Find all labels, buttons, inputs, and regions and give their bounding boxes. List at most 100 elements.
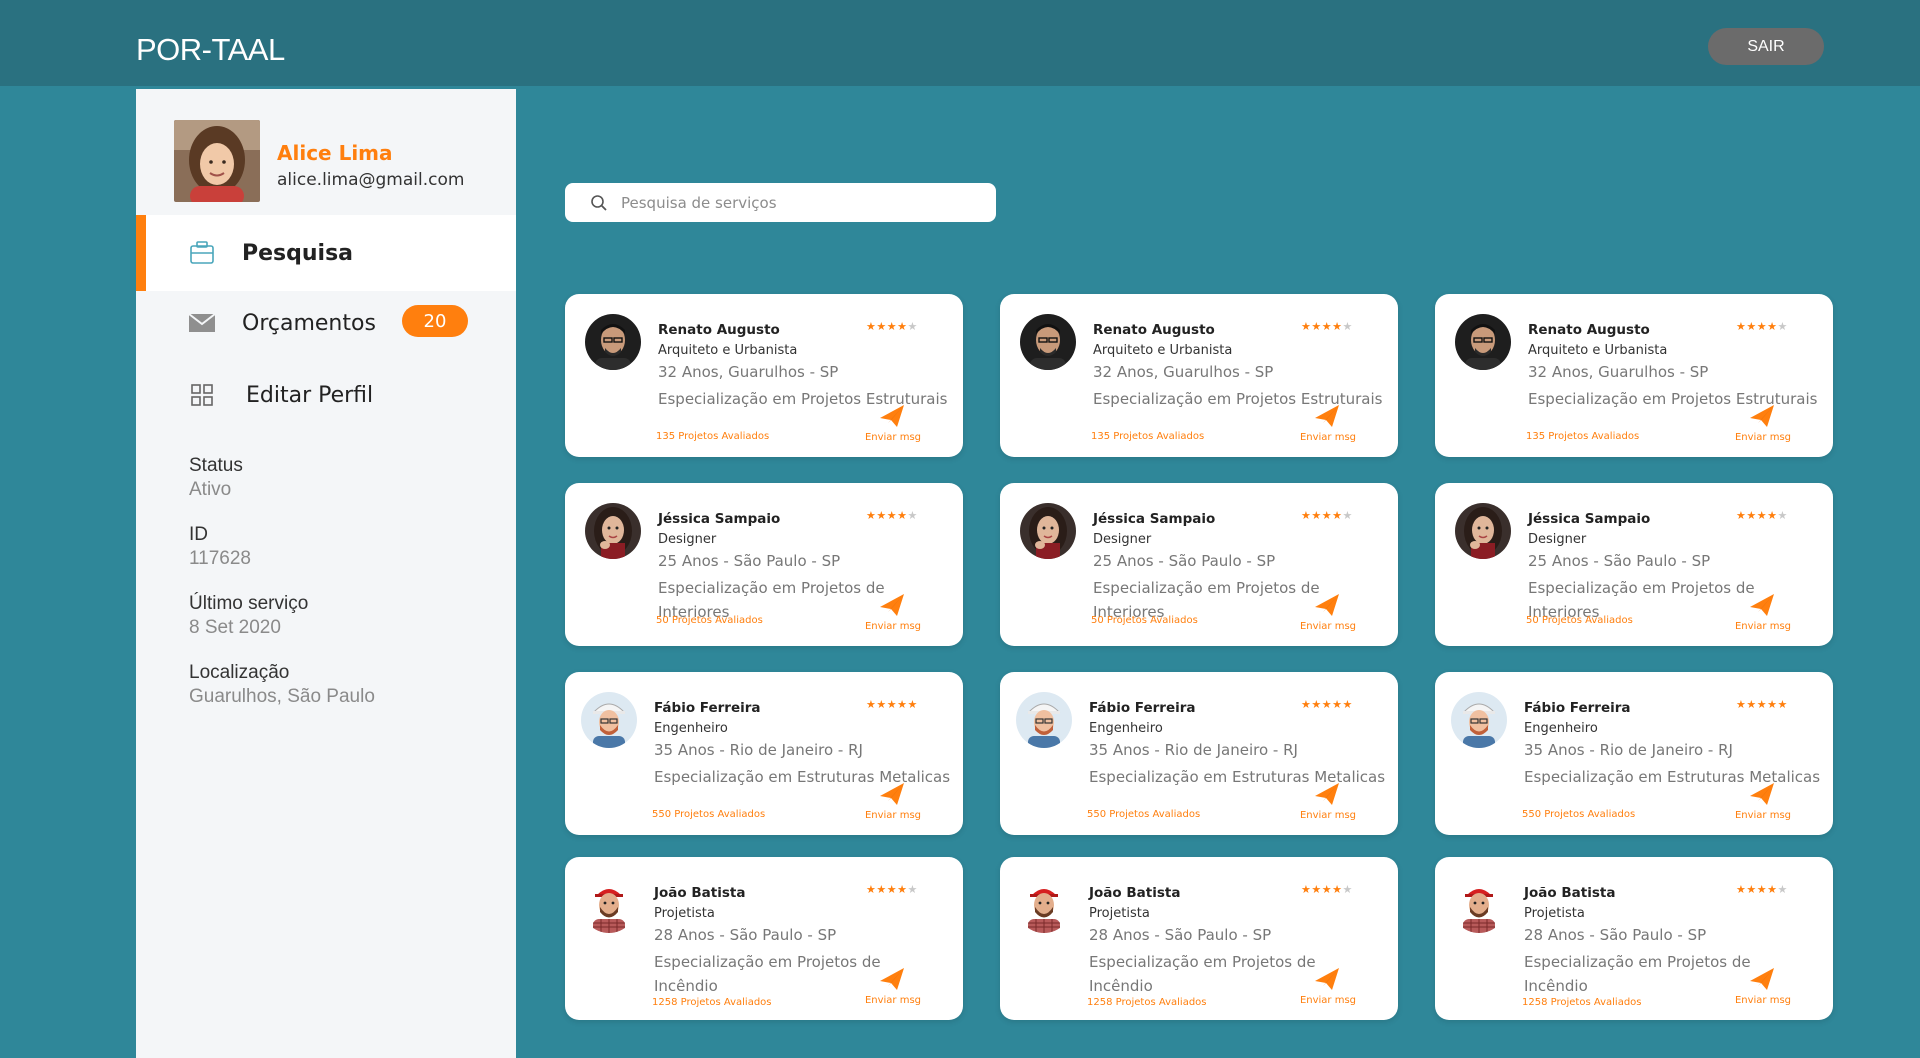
send-message-button[interactable]: Enviar msg — [1298, 593, 1358, 637]
send-message-button[interactable]: Enviar msg — [863, 782, 923, 826]
send-message-button[interactable]: Enviar msg — [1733, 967, 1793, 1011]
professional-avatar — [1455, 503, 1511, 559]
professional-card[interactable]: Fábio Ferreira ★★★★★ Engenheiro 35 Anos - R… — [1000, 672, 1398, 835]
info-label: Último serviço — [189, 593, 309, 614]
paper-plane-icon — [879, 593, 905, 617]
paper-plane-icon — [879, 782, 905, 806]
info-value: Guarulhos, São Paulo — [189, 686, 375, 707]
info-label: Status — [189, 455, 243, 476]
professional-specialization: Especialização em Projetos de Incêndio — [1089, 953, 1316, 995]
professional-card[interactable]: Fábio Ferreira ★★★★★ Engenheiro 35 Anos - R… — [565, 672, 963, 835]
projects-count: 135 Projetos Avaliados — [1091, 431, 1205, 442]
projects-count: 50 Projetos Avaliados — [1091, 615, 1198, 626]
send-message-button[interactable]: Enviar msg — [1298, 404, 1358, 448]
send-message-button[interactable]: Enviar msg — [863, 967, 923, 1011]
professional-avatar — [585, 503, 641, 559]
professional-card[interactable]: João Batista ★★★★★ Projetista 28 Anos - São… — [565, 857, 963, 1020]
paper-plane-icon — [1749, 404, 1775, 428]
rating-stars: ★★★★★ — [1736, 883, 1788, 896]
paper-plane-icon — [1314, 782, 1340, 806]
send-message-button[interactable]: Enviar msg — [863, 404, 923, 448]
send-message-label: Enviar msg — [1734, 810, 1792, 821]
professional-avatar — [585, 314, 641, 370]
professional-role: Engenheiro — [654, 721, 728, 736]
rating-stars: ★★★★★ — [866, 320, 918, 333]
user-email: alice.lima@gmail.com — [277, 170, 465, 190]
send-message-label: Enviar msg — [1299, 995, 1357, 1006]
professional-card[interactable]: Renato Augusto ★★★★★ Arquiteto e Urbanista… — [1000, 294, 1398, 457]
projects-count: 1258 Projetos Avaliados — [652, 997, 772, 1008]
professional-role: Designer — [1528, 532, 1587, 547]
professional-age-location: 32 Anos, Guarulhos - SP — [1093, 363, 1274, 381]
nav-label: Pesquisa — [242, 240, 354, 266]
rating-stars: ★★★★★ — [1301, 509, 1353, 522]
professional-role: Engenheiro — [1524, 721, 1598, 736]
send-message-button[interactable]: Enviar msg — [1733, 782, 1793, 826]
nav-item-orcamentos[interactable]: Orçamentos 20 — [136, 285, 516, 361]
professional-avatar — [1451, 877, 1507, 933]
logout-button[interactable]: SAIR — [1708, 28, 1824, 65]
user-name: Alice Lima — [277, 141, 393, 165]
professional-name: João Batista — [1089, 885, 1181, 901]
info-label: Localização — [189, 662, 290, 683]
professional-name: Fábio Ferreira — [654, 700, 761, 716]
nav-item-pesquisa[interactable]: Pesquisa — [136, 215, 516, 291]
rating-stars: ★★★★★ — [1736, 698, 1788, 711]
budget-count-badge: 20 — [402, 305, 468, 337]
professional-specialization: Especialização em Projetos de Incêndio — [1524, 953, 1751, 995]
professional-avatar — [581, 877, 637, 933]
send-message-label: Enviar msg — [1299, 432, 1357, 443]
rating-stars: ★★★★★ — [1301, 320, 1353, 333]
professional-avatar — [1016, 877, 1072, 933]
professional-card[interactable]: Jéssica Sampaio ★★★★★ Designer 25 Anos - Sã… — [1000, 483, 1398, 646]
search-input[interactable] — [621, 189, 981, 216]
send-message-button[interactable]: Enviar msg — [1733, 404, 1793, 448]
professional-age-location: 25 Anos - São Paulo - SP — [1093, 552, 1276, 570]
send-message-button[interactable]: Enviar msg — [1733, 593, 1793, 637]
professional-role: Arquiteto e Urbanista — [1093, 343, 1233, 358]
professional-name: Fábio Ferreira — [1524, 700, 1631, 716]
info-last-service: Último serviço 8 Set 2020 — [189, 593, 489, 639]
professional-role: Projetista — [1524, 906, 1585, 921]
projects-count: 50 Projetos Avaliados — [656, 615, 763, 626]
professional-name: Renato Augusto — [1528, 322, 1650, 338]
professional-name: Jéssica Sampaio — [1093, 511, 1216, 527]
info-status: Status Ativo — [189, 455, 489, 501]
professional-role: Designer — [658, 532, 717, 547]
professional-age-location: 28 Anos - São Paulo - SP — [1089, 926, 1272, 944]
professional-avatar — [1020, 503, 1076, 559]
rating-stars: ★★★★★ — [1301, 883, 1353, 896]
professional-name: João Batista — [654, 885, 746, 901]
user-profile: Alice Lima alice.lima@gmail.com — [136, 89, 516, 215]
professional-age-location: 25 Anos - São Paulo - SP — [658, 552, 841, 570]
nav-label: Editar Perfil — [246, 382, 374, 408]
professional-age-location: 35 Anos - Rio de Janeiro - RJ — [654, 741, 863, 759]
professional-role: Engenheiro — [1089, 721, 1163, 736]
nav-item-editar-perfil[interactable]: Editar Perfil — [136, 357, 516, 433]
send-message-button[interactable]: Enviar msg — [1298, 967, 1358, 1011]
projects-count: 550 Projetos Avaliados — [1087, 809, 1201, 820]
professional-age-location: 32 Anos, Guarulhos - SP — [658, 363, 839, 381]
professional-card[interactable]: João Batista ★★★★★ Projetista 28 Anos - São… — [1435, 857, 1833, 1020]
rating-stars: ★★★★★ — [1301, 698, 1353, 711]
send-message-button[interactable]: Enviar msg — [863, 593, 923, 637]
professional-avatar — [1020, 314, 1076, 370]
send-message-label: Enviar msg — [1299, 621, 1357, 632]
professional-card[interactable]: Renato Augusto ★★★★★ Arquiteto e Urbanista… — [565, 294, 963, 457]
info-value: 117628 — [189, 548, 251, 569]
rating-stars: ★★★★★ — [866, 883, 918, 896]
rating-stars: ★★★★★ — [1736, 509, 1788, 522]
projects-count: 50 Projetos Avaliados — [1526, 615, 1633, 626]
professional-card[interactable]: Renato Augusto ★★★★★ Arquiteto e Urbanista… — [1435, 294, 1833, 457]
professional-card[interactable]: João Batista ★★★★★ Projetista 28 Anos - São… — [1000, 857, 1398, 1020]
send-message-button[interactable]: Enviar msg — [1298, 782, 1358, 826]
paper-plane-icon — [1314, 967, 1340, 991]
send-message-label: Enviar msg — [1734, 621, 1792, 632]
professional-card[interactable]: Fábio Ferreira ★★★★★ Engenheiro 35 Anos - R… — [1435, 672, 1833, 835]
search-icon — [590, 194, 608, 212]
briefcase-icon — [188, 239, 216, 267]
professional-card[interactable]: Jéssica Sampaio ★★★★★ Designer 25 Anos - Sã… — [1435, 483, 1833, 646]
professional-age-location: 32 Anos, Guarulhos - SP — [1528, 363, 1709, 381]
professional-card[interactable]: Jéssica Sampaio ★★★★★ Designer 25 Anos - Sã… — [565, 483, 963, 646]
professional-role: Projetista — [654, 906, 715, 921]
